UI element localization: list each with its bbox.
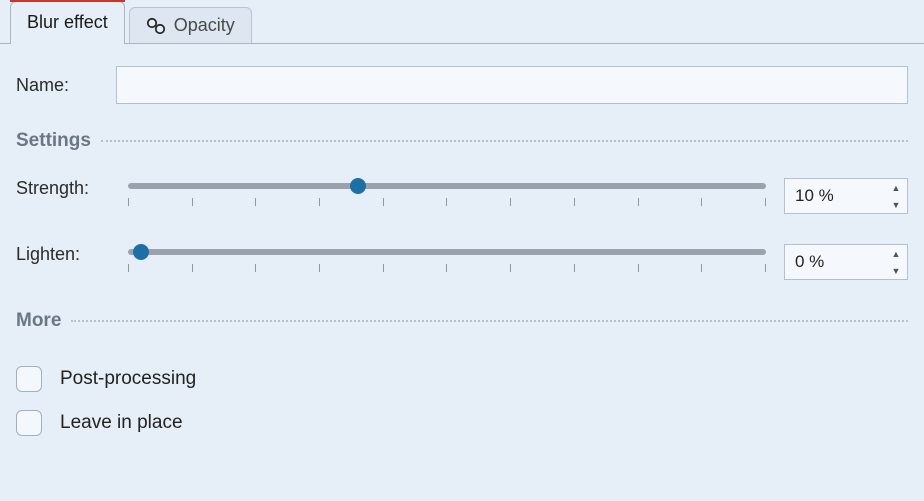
strength-ticks (128, 198, 766, 206)
lighten-ticks (128, 264, 766, 272)
tabs-bar: Blur effect Opacity (0, 0, 924, 44)
lighten-spinner[interactable]: 0 % ▲ ▼ (784, 244, 908, 280)
strength-label: Strength: (16, 178, 128, 199)
tab-opacity[interactable]: Opacity (129, 7, 252, 43)
lighten-slider[interactable] (128, 244, 766, 272)
postprocessing-checkbox[interactable]: Post-processing (16, 366, 908, 392)
leave-in-place-checkbox[interactable]: Leave in place (16, 410, 908, 436)
panel-body: Name: Settings Strength: 10 % ▲ ▼ Lighte… (0, 44, 924, 468)
strength-step-down[interactable]: ▼ (885, 196, 907, 213)
name-input[interactable] (116, 66, 908, 104)
lighten-value: 0 % (785, 245, 885, 279)
dotted-rule (101, 140, 908, 142)
tab-label: Opacity (174, 15, 235, 36)
section-title: More (16, 310, 61, 332)
lighten-row: Lighten: 0 % ▲ ▼ (16, 244, 908, 280)
strength-value: 10 % (785, 179, 885, 213)
lighten-thumb[interactable] (133, 244, 149, 260)
section-head-settings: Settings (16, 130, 908, 152)
tab-label: Blur effect (27, 12, 108, 33)
lighten-step-down[interactable]: ▼ (885, 262, 907, 279)
strength-thumb[interactable] (350, 178, 366, 194)
checkbox-box (16, 366, 42, 392)
name-label: Name: (16, 75, 116, 96)
lighten-step-up[interactable]: ▲ (885, 245, 907, 262)
checkbox-box (16, 410, 42, 436)
dotted-rule (71, 320, 908, 322)
strength-row: Strength: 10 % ▲ ▼ (16, 178, 908, 214)
link-icon (146, 17, 166, 35)
strength-spinner[interactable]: 10 % ▲ ▼ (784, 178, 908, 214)
tab-blur-effect[interactable]: Blur effect (10, 1, 125, 43)
section-head-more: More (16, 310, 908, 332)
checkbox-label: Post-processing (60, 368, 196, 390)
lighten-label: Lighten: (16, 244, 128, 265)
strength-slider[interactable] (128, 178, 766, 206)
name-row: Name: (16, 66, 908, 104)
checkbox-label: Leave in place (60, 412, 183, 434)
section-title: Settings (16, 130, 91, 152)
strength-step-up[interactable]: ▲ (885, 179, 907, 196)
